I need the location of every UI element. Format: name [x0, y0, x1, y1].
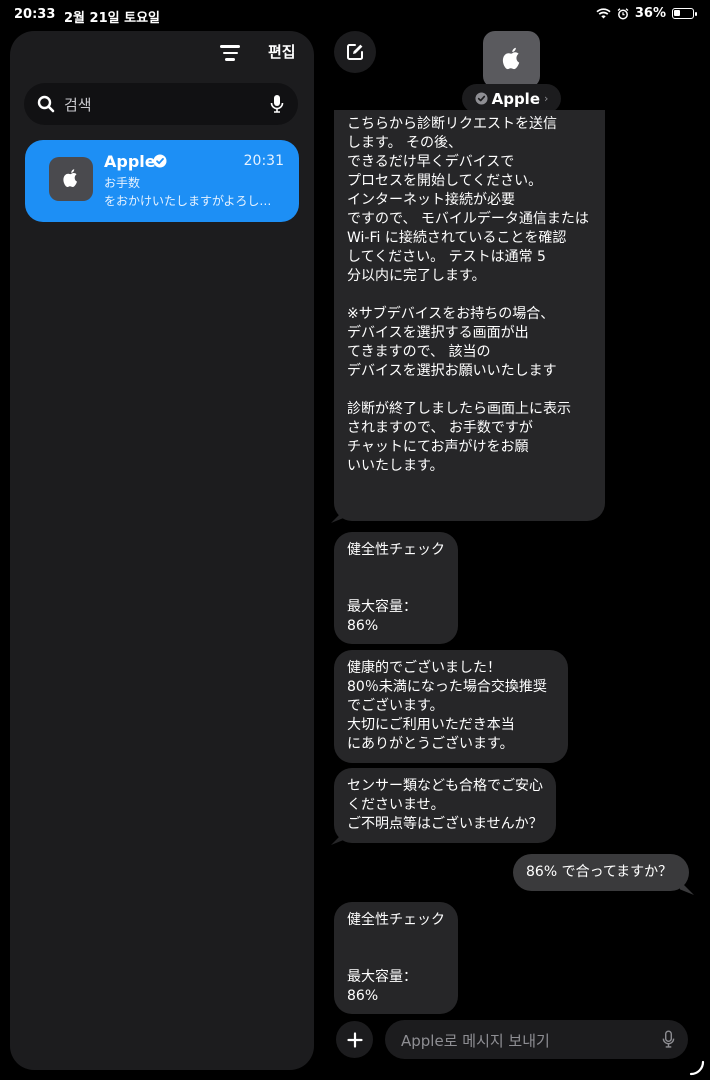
battery-icon	[672, 8, 697, 19]
conversation-item-apple[interactable]: Apple 20:31 お手数 をおかけいたしますがよろし…	[25, 140, 299, 222]
message-input[interactable]: Apple로 메시지 보내기	[385, 1020, 688, 1059]
chevron-right-icon: ›	[544, 92, 549, 105]
status-bar: 20:33 2월 21일 토요일 36%	[0, 0, 710, 30]
status-date: 2월 21일 토요일	[64, 11, 160, 26]
conversation-sidebar: 편집 검색 Apple 20:31 お手数 をおかけいたしますがよろし…	[10, 31, 314, 1070]
plus-icon	[346, 1031, 363, 1048]
message-input-placeholder: Apple로 메시지 보내기	[401, 1032, 550, 1050]
message-bubble-incoming: 健全性チェック 最大容量： 86%	[334, 902, 458, 1014]
add-attachment-button[interactable]	[336, 1021, 373, 1058]
avatar	[49, 157, 93, 201]
corner-indicator-icon	[689, 1060, 705, 1076]
status-indicators: 36%	[596, 6, 697, 21]
compose-icon	[347, 44, 363, 60]
compose-button[interactable]	[334, 31, 376, 73]
message-bubble-outgoing: 86% で合ってますか？	[513, 854, 689, 891]
battery-percent: 36%	[634, 6, 666, 21]
message-bubble-incoming: こちらから診断リクエストを送信 します。 その後、 できるだけ早くデバイスで プ…	[334, 110, 605, 521]
filter-button[interactable]	[216, 41, 244, 65]
conversation-preview-line1: お手数	[104, 176, 141, 190]
verified-badge-icon	[153, 154, 167, 168]
contact-avatar[interactable]	[483, 31, 540, 88]
message-bubble-incoming: センサー類なども合格でご安心 くださいませ。 ご不明点等はございませんか？	[334, 768, 556, 843]
edit-button[interactable]: 편집	[268, 41, 296, 62]
message-bubble-incoming: 健康的でございました！ 80％未満になった場合交換推奨 でございます。 大切にご…	[334, 650, 568, 763]
apple-logo-icon	[63, 169, 77, 188]
conversation-preview-line2: をおかけいたしますがよろし…	[104, 194, 272, 208]
conversation-name: Apple	[104, 152, 156, 171]
filter-icon	[220, 45, 240, 48]
mic-icon[interactable]	[270, 94, 284, 114]
contact-name-button[interactable]: Apple ›	[462, 84, 561, 113]
mic-icon[interactable]	[662, 1030, 675, 1049]
verified-badge-icon	[475, 92, 488, 105]
search-icon	[37, 95, 55, 113]
search-placeholder: 검색	[64, 96, 92, 114]
apple-logo-icon	[502, 47, 519, 70]
message-bubble-incoming: 健全性チェック 最大容量： 86%	[334, 532, 458, 644]
status-time: 20:33	[14, 7, 56, 22]
search-input[interactable]: 검색	[24, 83, 298, 125]
wifi-icon	[596, 8, 611, 19]
contact-name: Apple	[491, 89, 540, 108]
alarm-icon	[617, 7, 629, 19]
conversation-time: 20:31	[243, 153, 284, 169]
